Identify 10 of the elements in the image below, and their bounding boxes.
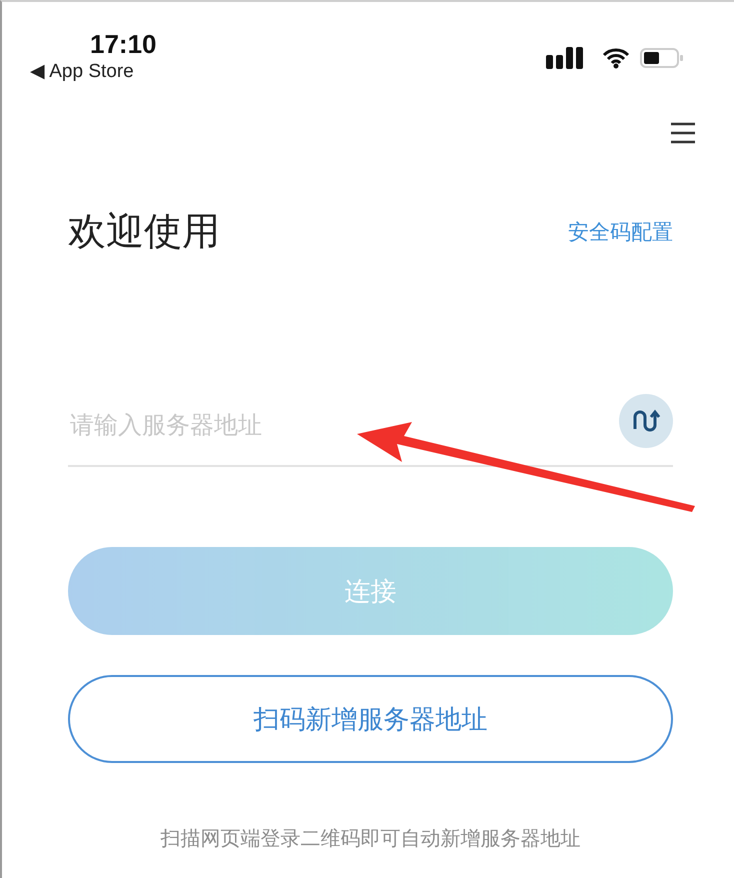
wifi-icon <box>602 47 630 69</box>
back-link[interactable]: ◀ App Store <box>30 60 134 84</box>
menu-icon[interactable] <box>670 122 696 144</box>
status-time: 17:10 <box>90 28 156 60</box>
welcome-title: 欢迎使用 <box>68 208 220 255</box>
swap-icon[interactable] <box>619 394 673 448</box>
scan-add-server-button[interactable]: 扫码新增服务器地址 <box>68 675 673 763</box>
battery-icon <box>640 47 684 69</box>
hint-text: 扫描网页端登录二维码即可自动新增服务器地址 <box>160 825 582 852</box>
security-code-link[interactable]: 安全码配置 <box>568 218 673 246</box>
